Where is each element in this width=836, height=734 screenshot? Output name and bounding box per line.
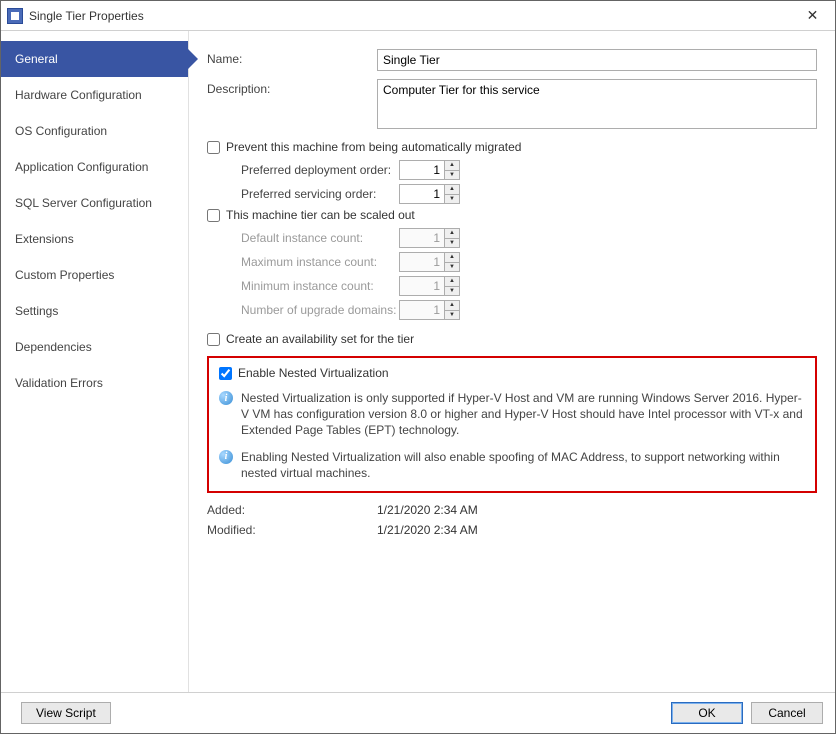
- sidebar-item-os-configuration[interactable]: OS Configuration: [1, 113, 188, 149]
- preferred-service-input[interactable]: [400, 185, 444, 203]
- sidebar-item-label: Extensions: [15, 232, 74, 246]
- sidebar-item-label: Custom Properties: [15, 268, 114, 282]
- preferred-service-label: Preferred servicing order:: [241, 187, 399, 201]
- description-input[interactable]: [377, 79, 817, 129]
- preferred-deploy-stepper[interactable]: ▲▼: [399, 160, 460, 180]
- spin-up-icon[interactable]: ▲: [445, 161, 459, 171]
- info-icon: i: [219, 391, 233, 405]
- sidebar: General Hardware Configuration OS Config…: [1, 31, 189, 692]
- enable-nested-checkbox[interactable]: [219, 367, 232, 380]
- spin-up-icon: ▲: [445, 277, 459, 287]
- default-instance-stepper: ▲▼: [399, 228, 460, 248]
- min-instance-input: [400, 277, 444, 295]
- nested-info-2: Enabling Nested Virtualization will also…: [241, 449, 805, 481]
- max-instance-stepper: ▲▼: [399, 252, 460, 272]
- description-label: Description:: [207, 79, 377, 96]
- default-instance-input: [400, 229, 444, 247]
- sidebar-item-hardware-configuration[interactable]: Hardware Configuration: [1, 77, 188, 113]
- upgrade-domains-label: Number of upgrade domains:: [241, 303, 399, 317]
- availability-set-checkbox[interactable]: [207, 333, 220, 346]
- close-button[interactable]: ✕: [790, 1, 835, 31]
- close-icon: ✕: [807, 7, 819, 24]
- added-value: 1/21/2020 2:34 AM: [377, 503, 478, 517]
- prevent-migrate-checkbox[interactable]: [207, 141, 220, 154]
- main-panel: Name: Description: Prevent this machine …: [189, 31, 835, 692]
- sidebar-item-sql-server-configuration[interactable]: SQL Server Configuration: [1, 185, 188, 221]
- sidebar-item-label: Settings: [15, 304, 58, 318]
- prevent-migrate-label: Prevent this machine from being automati…: [226, 140, 521, 154]
- sidebar-item-label: Application Configuration: [15, 160, 148, 174]
- app-icon: [7, 8, 23, 24]
- name-label: Name:: [207, 49, 377, 66]
- scale-out-label: This machine tier can be scaled out: [226, 208, 415, 222]
- spin-down-icon: ▼: [445, 239, 459, 248]
- spin-down-icon: ▼: [445, 311, 459, 320]
- properties-dialog: Single Tier Properties ✕ General Hardwar…: [0, 0, 836, 734]
- spin-down-icon: ▼: [445, 287, 459, 296]
- availability-set-label: Create an availability set for the tier: [226, 332, 414, 346]
- max-instance-input: [400, 253, 444, 271]
- sidebar-item-label: Validation Errors: [15, 376, 103, 390]
- sidebar-item-general[interactable]: General: [1, 41, 188, 77]
- sidebar-item-dependencies[interactable]: Dependencies: [1, 329, 188, 365]
- preferred-deploy-input[interactable]: [400, 161, 444, 179]
- scale-out-checkbox[interactable]: [207, 209, 220, 222]
- sidebar-item-extensions[interactable]: Extensions: [1, 221, 188, 257]
- sidebar-item-label: Dependencies: [15, 340, 92, 354]
- view-script-button[interactable]: View Script: [21, 702, 111, 724]
- modified-label: Modified:: [207, 523, 377, 537]
- spin-up-icon[interactable]: ▲: [445, 185, 459, 195]
- enable-nested-label: Enable Nested Virtualization: [238, 366, 389, 380]
- spin-down-icon[interactable]: ▼: [445, 195, 459, 204]
- nested-virtualization-highlight: Enable Nested Virtualization i Nested Vi…: [207, 356, 817, 493]
- dialog-footer: View Script OK Cancel: [1, 692, 835, 733]
- sidebar-item-label: Hardware Configuration: [15, 88, 142, 102]
- window-title: Single Tier Properties: [29, 9, 144, 23]
- dialog-body: General Hardware Configuration OS Config…: [1, 31, 835, 692]
- spin-up-icon: ▲: [445, 229, 459, 239]
- min-instance-stepper: ▲▼: [399, 276, 460, 296]
- spin-down-icon: ▼: [445, 263, 459, 272]
- sidebar-item-label: SQL Server Configuration: [15, 196, 152, 210]
- spin-up-icon: ▲: [445, 301, 459, 311]
- info-icon: i: [219, 450, 233, 464]
- upgrade-domains-stepper: ▲▼: [399, 300, 460, 320]
- sidebar-item-custom-properties[interactable]: Custom Properties: [1, 257, 188, 293]
- titlebar: Single Tier Properties ✕: [1, 1, 835, 31]
- sidebar-item-validation-errors[interactable]: Validation Errors: [1, 365, 188, 401]
- sidebar-item-label: OS Configuration: [15, 124, 107, 138]
- spin-down-icon[interactable]: ▼: [445, 171, 459, 180]
- spin-up-icon: ▲: [445, 253, 459, 263]
- added-label: Added:: [207, 503, 377, 517]
- sidebar-item-application-configuration[interactable]: Application Configuration: [1, 149, 188, 185]
- cancel-button[interactable]: Cancel: [751, 702, 823, 724]
- min-instance-label: Minimum instance count:: [241, 279, 399, 293]
- max-instance-label: Maximum instance count:: [241, 255, 399, 269]
- name-input[interactable]: [377, 49, 817, 71]
- ok-button[interactable]: OK: [671, 702, 743, 724]
- upgrade-domains-input: [400, 301, 444, 319]
- default-instance-label: Default instance count:: [241, 231, 399, 245]
- sidebar-item-label: General: [15, 52, 58, 66]
- nested-info-1: Nested Virtualization is only supported …: [241, 390, 805, 439]
- preferred-deploy-label: Preferred deployment order:: [241, 163, 399, 177]
- modified-value: 1/21/2020 2:34 AM: [377, 523, 478, 537]
- sidebar-item-settings[interactable]: Settings: [1, 293, 188, 329]
- preferred-service-stepper[interactable]: ▲▼: [399, 184, 460, 204]
